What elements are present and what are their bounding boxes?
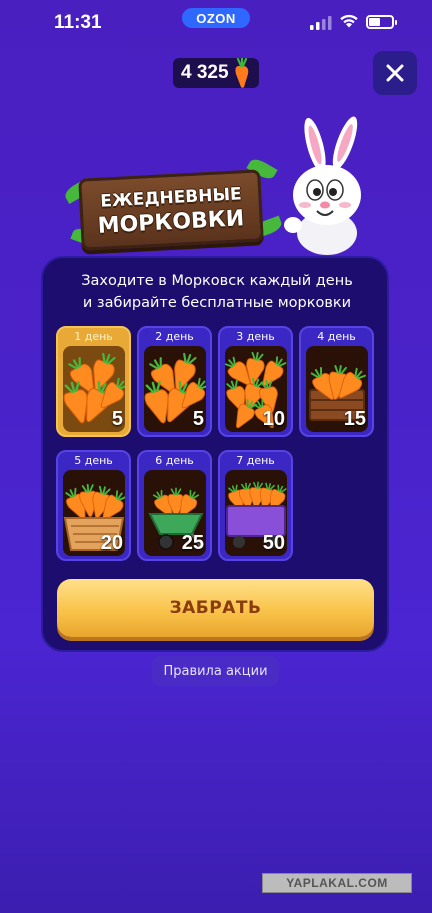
battery-icon — [366, 15, 397, 29]
claim-button-label: ЗАБРАТЬ — [169, 598, 262, 618]
day-label: 1 день — [74, 330, 113, 343]
day-reward-amount: 25 — [181, 532, 204, 554]
rules-link[interactable]: Правила акции — [152, 656, 279, 686]
day-card-2[interactable]: 2 день 5 — [137, 326, 212, 437]
day-card-3[interactable]: 3 день 10 — [218, 326, 293, 437]
day-label: 2 день — [155, 330, 194, 343]
bunny-mascot — [284, 116, 361, 255]
day-card-4[interactable]: 4 день 15 — [299, 326, 374, 437]
day-card-6[interactable]: 6 день 25 — [137, 450, 212, 561]
day-reward-amount: 5 — [111, 408, 123, 430]
close-icon — [386, 64, 404, 82]
title-sign: ЕЖЕДНЕВНЫЕ МОРКОВКИ — [62, 155, 284, 256]
day-label: 3 день — [236, 330, 275, 343]
day-label: 6 день — [155, 454, 194, 467]
day-card-7[interactable]: 7 день 50 — [218, 450, 293, 561]
day-label: 5 день — [74, 454, 113, 467]
close-button[interactable] — [373, 51, 417, 95]
watermark: YAPLAKAL.COM — [262, 873, 412, 893]
status-bar: 11:31 OZON — [0, 0, 432, 44]
carrot-balance: 4 325 — [173, 58, 259, 88]
signal-icon — [310, 16, 332, 30]
day-reward-amount: 5 — [192, 408, 204, 430]
carrot-icon — [234, 58, 248, 88]
day-card-5[interactable]: 5 день 20 — [56, 450, 131, 561]
ozon-badge[interactable]: OZON — [182, 8, 250, 28]
balance-value: 4 325 — [181, 62, 229, 83]
panel-description: Заходите в Морковск каждый день и забира… — [43, 270, 391, 314]
description-line-2: и забирайте бесплатные морковки — [82, 295, 352, 311]
wifi-icon — [340, 14, 358, 28]
day-label: 7 день — [236, 454, 275, 467]
description-line-1: Заходите в Морковск каждый день — [81, 273, 353, 289]
claim-button[interactable]: ЗАБРАТЬ — [57, 579, 374, 637]
day-label: 4 день — [317, 330, 356, 343]
day-reward-amount: 50 — [262, 532, 285, 554]
day-reward-amount: 15 — [343, 408, 366, 430]
day-reward-amount: 20 — [100, 532, 123, 554]
status-time: 11:31 — [54, 12, 102, 33]
day-reward-amount: 10 — [262, 408, 285, 430]
day-card-1[interactable]: 1 день 5 — [56, 326, 131, 437]
